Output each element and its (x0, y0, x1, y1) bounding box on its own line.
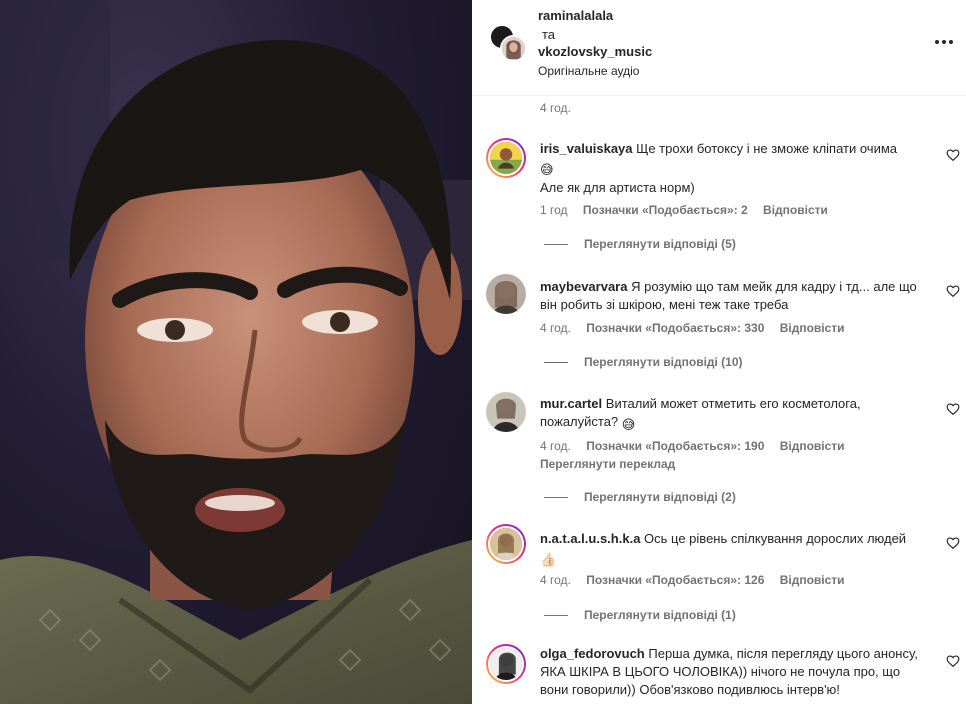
heart-outline-icon[interactable] (946, 148, 960, 162)
comments-panel: raminalalala та vkozlovsky_music Оригіна… (472, 0, 966, 704)
comment-meta: 4 год. Позначки «Подобається»: 126 Відпо… (540, 573, 857, 587)
comment-likes[interactable]: Позначки «Подобається»: 190 (586, 439, 764, 453)
comment-meta: 4 год. Позначки «Подобається»: 190 Відпо… (540, 439, 857, 453)
comment-username[interactable]: olga_fedorovuch (540, 646, 645, 661)
reply-button[interactable]: Відповісти (780, 439, 845, 453)
view-replies-label: Переглянути відповіді (1) (584, 608, 736, 622)
comment-text: Ще трохи ботоксу і не зможе кліпати очим… (636, 141, 898, 156)
see-translation-button[interactable]: Переглянути переклад (540, 457, 675, 471)
comment-username[interactable]: maybevarvara (540, 279, 627, 294)
avatar[interactable] (486, 524, 526, 564)
comment-time: 4 год. (540, 439, 571, 453)
comment-meta: 1 год Позначки «Подобається»: 2 Відповіс… (540, 203, 840, 217)
view-replies-button[interactable]: Переглянути відповіді (2) (544, 490, 736, 504)
sweat-smile-emoji: 😅 (621, 417, 636, 432)
comment-time: 1 год (540, 203, 568, 217)
comment-username[interactable]: mur.cartel (540, 396, 602, 411)
view-replies-button[interactable]: Переглянути відповіді (10) (544, 355, 743, 369)
view-replies-label: Переглянути відповіді (10) (584, 355, 743, 369)
post-header: raminalalala та vkozlovsky_music Оригіна… (472, 0, 966, 96)
avatar[interactable] (486, 392, 526, 432)
heart-outline-icon[interactable] (946, 536, 960, 550)
avatar[interactable] (486, 644, 526, 684)
audio-link[interactable]: Оригінальне аудіо (538, 64, 639, 78)
comment-username[interactable]: n.a.t.a.l.u.s.h.k.a (540, 531, 640, 546)
reply-button[interactable]: Відповісти (763, 203, 828, 217)
reply-button[interactable]: Відповісти (780, 573, 845, 587)
comment-likes[interactable]: Позначки «Подобається»: 2 (583, 203, 748, 217)
comment-likes[interactable]: Позначки «Подобається»: 330 (586, 321, 764, 335)
avatar[interactable] (500, 35, 527, 62)
heart-outline-icon[interactable] (946, 402, 960, 416)
comment-time: 4 год. (540, 573, 571, 587)
author-conjunction: та (542, 27, 556, 42)
author-avatars[interactable] (489, 24, 527, 62)
heart-outline-icon[interactable] (946, 284, 960, 298)
view-replies-label: Переглянути відповіді (5) (584, 237, 736, 251)
comment-username[interactable]: iris_valuiskaya (540, 141, 633, 156)
comment-text: Ось це рівень спілкування дорослих людей (644, 531, 907, 546)
reply-button[interactable]: Відповісти (780, 321, 845, 335)
coauthor-username[interactable]: vkozlovsky_music (538, 44, 652, 59)
more-horizontal-icon (935, 40, 939, 44)
post-video[interactable] (0, 0, 472, 704)
thumbs-up-emoji: 👍🏻 (540, 552, 557, 567)
heart-outline-icon[interactable] (946, 654, 960, 668)
video-frame (0, 0, 472, 704)
comment-likes[interactable]: Позначки «Подобається»: 126 (586, 573, 764, 587)
avatar[interactable] (486, 274, 526, 314)
view-replies-button[interactable]: Переглянути відповіді (1) (544, 608, 736, 622)
avatar[interactable] (486, 138, 526, 178)
comment-meta: 4 год. Позначки «Подобається»: 330 Відпо… (540, 321, 857, 335)
author-username[interactable]: raminalalala (538, 8, 613, 23)
comment-time: 4 год. (540, 321, 571, 335)
comment-text-line2: Але як для артиста норм) (540, 180, 695, 195)
view-replies-label: Переглянути відповіді (2) (584, 490, 736, 504)
view-replies-button[interactable]: Переглянути відповіді (5) (544, 237, 736, 251)
more-options-button[interactable] (932, 30, 956, 54)
post-timestamp: 4 год. (540, 101, 571, 115)
sweat-smile-emoji: 😅 (540, 162, 554, 177)
